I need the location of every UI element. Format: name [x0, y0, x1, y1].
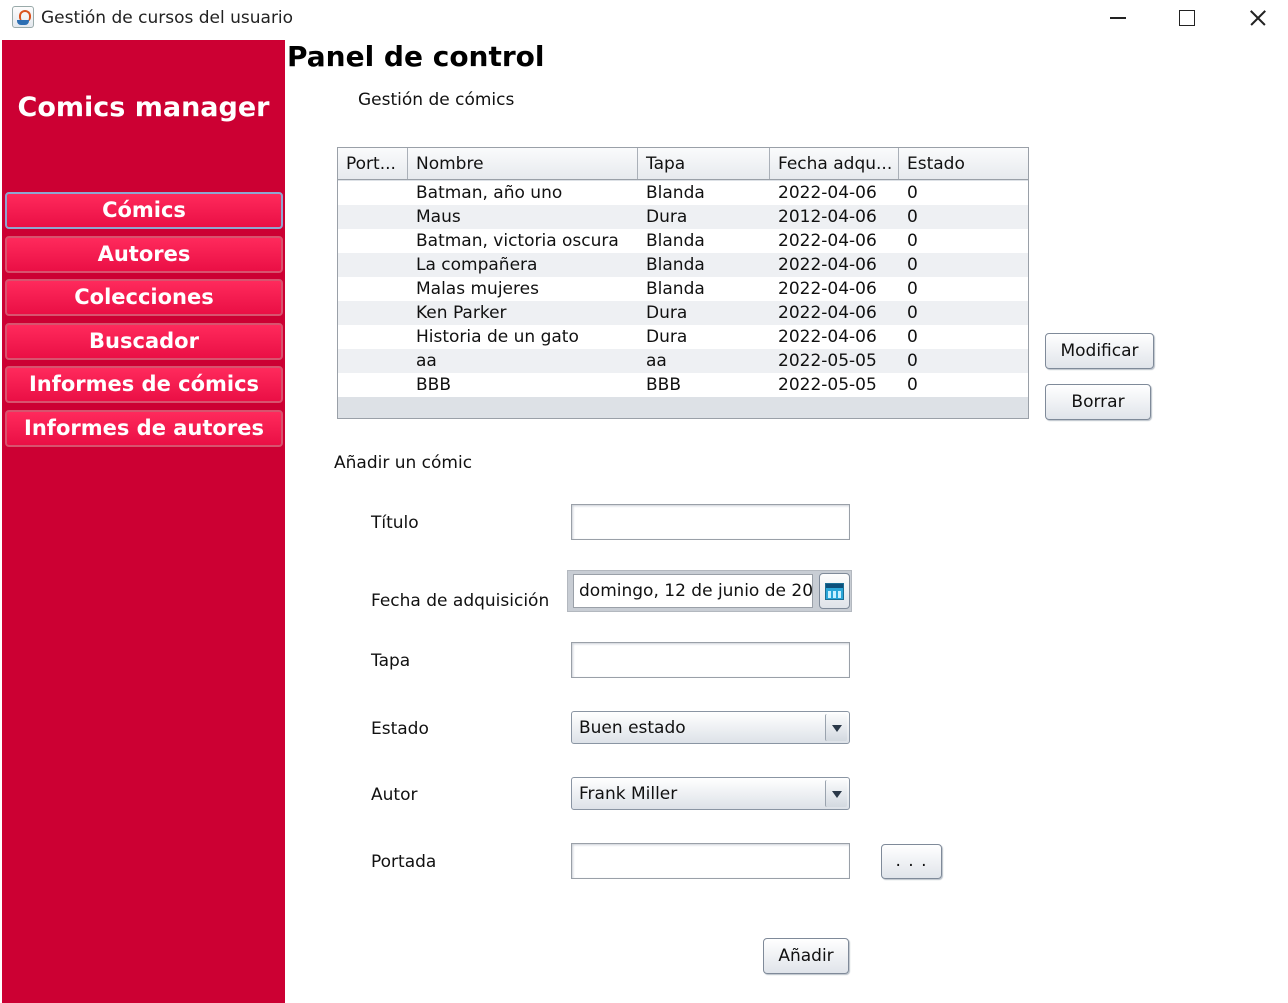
- calendar-button[interactable]: [819, 573, 850, 609]
- state-label: Estado: [371, 719, 429, 739]
- title-field[interactable]: [571, 504, 850, 540]
- chevron-down-icon[interactable]: [825, 714, 847, 741]
- close-icon[interactable]: [1234, 0, 1280, 36]
- cell-fecha: 2022-04-06: [778, 255, 877, 275]
- cell-estado: 0: [907, 303, 918, 323]
- author-label: Autor: [371, 785, 418, 805]
- delete-button[interactable]: Borrar: [1045, 384, 1151, 420]
- add-button[interactable]: Añadir: [763, 938, 849, 974]
- column-header-nombre[interactable]: Nombre: [408, 148, 638, 179]
- nav-author-reports-button[interactable]: Informes de autores: [5, 410, 283, 447]
- nav-comic-reports-button[interactable]: Informes de cómics: [5, 366, 283, 403]
- cell-tapa: Dura: [646, 303, 688, 323]
- brand-title: Comics manager: [17, 92, 270, 123]
- cell-nombre: Malas mujeres: [416, 279, 539, 299]
- section-add-label: Añadir un cómic: [334, 453, 473, 473]
- window-title: Gestión de cursos del usuario: [41, 8, 294, 28]
- table-row[interactable]: Historia de un gato Dura 2022-04-06 0: [338, 325, 1028, 349]
- cell-nombre: BBB: [416, 375, 451, 395]
- nav-comics-button[interactable]: Cómics: [5, 192, 283, 229]
- state-select-value: Buen estado: [579, 718, 686, 738]
- cell-nombre: aa: [416, 351, 437, 371]
- window-titlebar: Gestión de cursos del usuario: [0, 0, 1288, 38]
- cell-nombre: La compañera: [416, 255, 538, 275]
- cell-fecha: 2022-04-06: [778, 303, 877, 323]
- table-row[interactable]: aa aa 2022-05-05 0: [338, 349, 1028, 373]
- nav-search-button[interactable]: Buscador: [5, 323, 283, 360]
- table-row[interactable]: La compañera Blanda 2022-04-06 0: [338, 253, 1028, 277]
- nav-collections-button[interactable]: Colecciones: [5, 279, 283, 316]
- column-header-portada[interactable]: Port...: [338, 148, 408, 179]
- cell-estado: 0: [907, 207, 918, 227]
- table-body: Batman, año uno Blanda 2022-04-06 0 Maus Dura…: [338, 181, 1028, 397]
- cell-estado: 0: [907, 231, 918, 251]
- column-header-fecha[interactable]: Fecha adqu...: [770, 148, 899, 179]
- cell-tapa: Blanda: [646, 279, 705, 299]
- title-label: Título: [371, 513, 419, 533]
- cell-fecha: 2022-04-06: [778, 183, 877, 203]
- cell-nombre: Ken Parker: [416, 303, 507, 323]
- cell-tapa: Dura: [646, 327, 688, 347]
- comics-table[interactable]: Port... Nombre Tapa Fecha adqu... Estado…: [337, 147, 1029, 419]
- author-select[interactable]: Frank Miller: [571, 777, 850, 810]
- section-manage-label: Gestión de cómics: [358, 90, 515, 110]
- page-title: Panel de control: [287, 40, 545, 73]
- cell-tapa: aa: [646, 351, 667, 371]
- portada-label: Portada: [371, 852, 437, 872]
- cell-estado: 0: [907, 351, 918, 371]
- modify-button[interactable]: Modificar: [1045, 333, 1154, 369]
- table-row[interactable]: BBB BBB 2022-05-05 0: [338, 373, 1028, 397]
- cell-nombre: Batman, año uno: [416, 183, 563, 203]
- cover-field[interactable]: [571, 642, 850, 678]
- maximize-icon[interactable]: [1163, 0, 1209, 36]
- table-row[interactable]: Malas mujeres Blanda 2022-04-06 0: [338, 277, 1028, 301]
- cell-estado: 0: [907, 183, 918, 203]
- cell-tapa: Dura: [646, 207, 688, 227]
- cell-tapa: Blanda: [646, 183, 705, 203]
- cell-tapa: Blanda: [646, 255, 705, 275]
- table-row[interactable]: Batman, año uno Blanda 2022-04-06 0: [338, 181, 1028, 205]
- column-header-tapa[interactable]: Tapa: [638, 148, 770, 179]
- cell-fecha: 2022-04-06: [778, 231, 877, 251]
- table-row[interactable]: Maus Dura 2012-04-06 0: [338, 205, 1028, 229]
- cell-fecha: 2022-05-05: [778, 375, 877, 395]
- state-select[interactable]: Buen estado: [571, 711, 850, 744]
- sidebar: Comics manager Cómics Autores Coleccione…: [2, 40, 285, 1003]
- table-header: Port... Nombre Tapa Fecha adqu... Estado: [338, 148, 1028, 180]
- cell-estado: 0: [907, 255, 918, 275]
- column-header-estado[interactable]: Estado: [899, 148, 1028, 179]
- table-row[interactable]: Ken Parker Dura 2022-04-06 0: [338, 301, 1028, 325]
- cell-fecha: 2022-04-06: [778, 279, 877, 299]
- date-label: Fecha de adquisición: [371, 591, 550, 611]
- cell-tapa: Blanda: [646, 231, 705, 251]
- table-row[interactable]: Batman, victoria oscura Blanda 2022-04-06 0: [338, 229, 1028, 253]
- cell-estado: 0: [907, 375, 918, 395]
- cell-tapa: BBB: [646, 375, 681, 395]
- cell-fecha: 2022-05-05: [778, 351, 877, 371]
- browse-button[interactable]: . . .: [881, 844, 942, 879]
- portada-field[interactable]: [571, 843, 850, 879]
- date-picker: domingo, 12 de junio de 202: [567, 570, 852, 612]
- chevron-down-icon[interactable]: [825, 780, 847, 807]
- cell-nombre: Historia de un gato: [416, 327, 579, 347]
- cell-estado: 0: [907, 279, 918, 299]
- calendar-icon: [825, 583, 844, 600]
- cell-fecha: 2022-04-06: [778, 327, 877, 347]
- cell-nombre: Maus: [416, 207, 461, 227]
- cell-fecha: 2012-04-06: [778, 207, 877, 227]
- cover-label: Tapa: [371, 651, 411, 671]
- java-app-icon: [12, 6, 34, 28]
- minimize-icon[interactable]: [1094, 0, 1140, 36]
- cell-estado: 0: [907, 327, 918, 347]
- nav-authors-button[interactable]: Autores: [5, 236, 283, 273]
- author-select-value: Frank Miller: [579, 784, 678, 804]
- date-field[interactable]: domingo, 12 de junio de 202: [573, 574, 813, 608]
- cell-nombre: Batman, victoria oscura: [416, 231, 619, 251]
